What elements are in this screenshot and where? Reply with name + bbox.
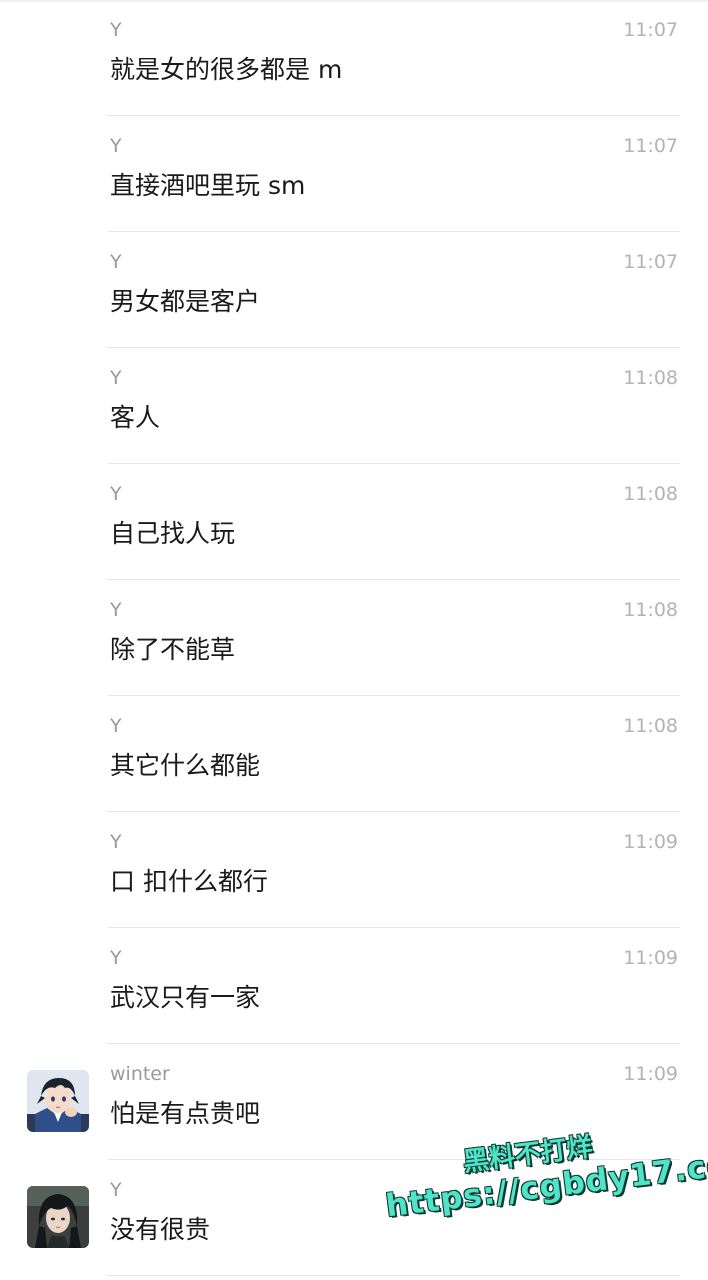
message-time: 11:08 xyxy=(623,367,678,389)
sender-name: Y xyxy=(110,251,122,273)
message-time: 11:09 xyxy=(623,1063,678,1085)
message-text: 没有很贵 xyxy=(110,1215,211,1244)
sender-name: Y xyxy=(110,947,122,969)
message-time: 11:08 xyxy=(623,483,678,505)
message-time: 11:08 xyxy=(623,599,678,621)
message-row[interactable]: Y 11:09 武汉只有一家 xyxy=(0,928,708,1044)
message-time: 11:07 xyxy=(623,135,678,157)
sender-name: Y xyxy=(110,367,122,389)
message-text: 男女都是客户 xyxy=(110,287,261,316)
message-text: 怕是有点贵吧 xyxy=(110,1099,261,1128)
message-row[interactable]: Y 11:08 自己找人玩 xyxy=(0,464,708,580)
chat-message-list[interactable]: Y 11:07 就是女的很多都是 m Y 11:07 直接酒吧里玩 sm Y 1… xyxy=(0,0,708,1276)
message-row[interactable]: Y 11:07 男女都是客户 xyxy=(0,232,708,348)
message-text: 就是女的很多都是 m xyxy=(110,55,343,84)
message-row[interactable]: Y 11:09 口 扣什么都行 xyxy=(0,812,708,928)
sender-name: Y xyxy=(110,483,122,505)
message-text: 武汉只有一家 xyxy=(110,983,261,1012)
message-row[interactable]: Y 11:07 就是女的很多都是 m xyxy=(0,0,708,116)
sender-name: Y xyxy=(110,135,122,157)
sender-name: Y xyxy=(110,715,122,737)
anime-girl-avatar[interactable] xyxy=(27,1186,89,1248)
message-text: 除了不能草 xyxy=(110,635,236,664)
sender-name: Y xyxy=(110,1179,122,1201)
message-time: 11:08 xyxy=(623,715,678,737)
message-row[interactable]: Y 11:08 客人 xyxy=(0,348,708,464)
message-text: 客人 xyxy=(110,403,161,432)
message-row[interactable]: Y 11:08 除了不能草 xyxy=(0,580,708,696)
message-time: 11:09 xyxy=(623,831,678,853)
message-text: 直接酒吧里玩 sm xyxy=(110,171,306,200)
sender-name: Y xyxy=(110,831,122,853)
sender-name: Y xyxy=(110,19,122,41)
message-row[interactable]: Y 11:08 其它什么都能 xyxy=(0,696,708,812)
message-row[interactable]: Y 11:07 直接酒吧里玩 sm xyxy=(0,116,708,232)
sender-name: Y xyxy=(110,599,122,621)
divider xyxy=(108,1275,680,1276)
message-text: 自己找人玩 xyxy=(110,519,236,548)
sender-name: winter xyxy=(110,1063,170,1085)
message-text: 其它什么都能 xyxy=(110,751,261,780)
message-time: 11:07 xyxy=(623,19,678,41)
message-time: 11:09 xyxy=(623,947,678,969)
anime-boy-avatar[interactable] xyxy=(27,1070,89,1132)
message-time: 11:07 xyxy=(623,251,678,273)
message-text: 口 扣什么都行 xyxy=(110,867,268,896)
